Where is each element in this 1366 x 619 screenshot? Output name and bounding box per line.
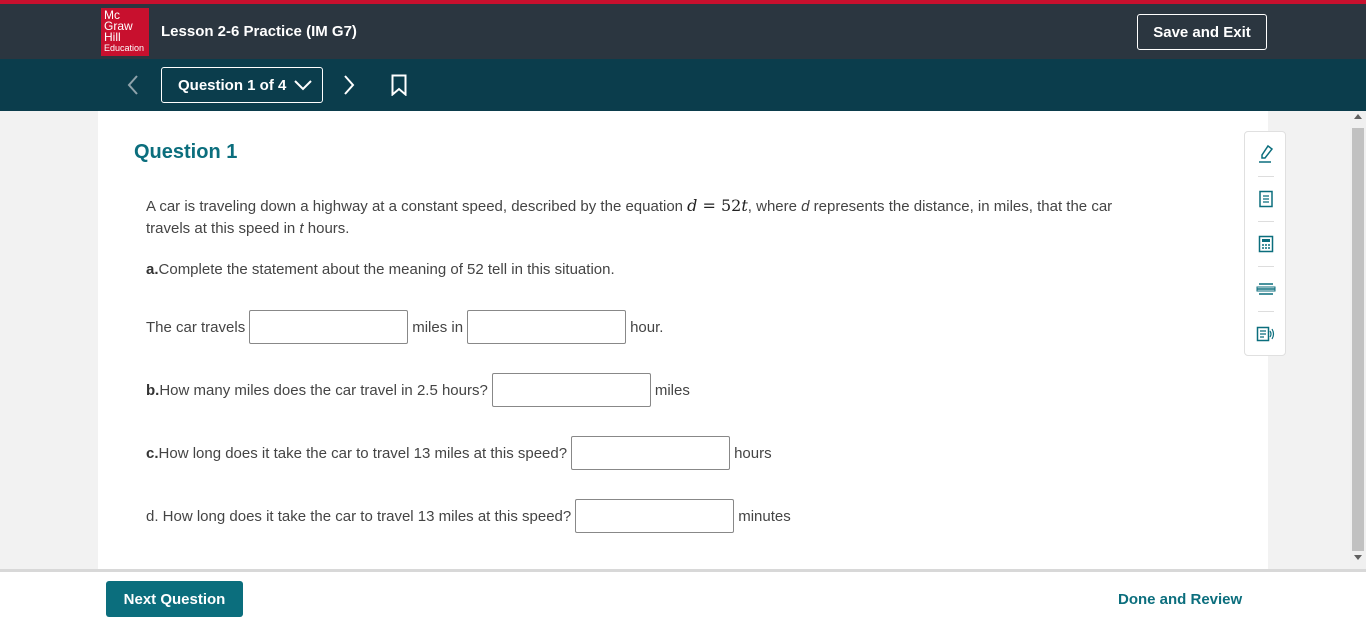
scroll-up-button[interactable]	[1350, 113, 1366, 125]
text-to-speech-tool-button[interactable]	[1254, 322, 1278, 346]
line-reader-tool-button[interactable]	[1254, 277, 1278, 301]
notepad-icon	[1259, 190, 1273, 208]
part-b-answer-input[interactable]	[491, 373, 651, 407]
miles-answer-input[interactable]	[249, 310, 409, 344]
calculator-icon	[1258, 235, 1274, 253]
hour-answer-input[interactable]	[467, 310, 627, 344]
next-question-button[interactable]: Next Question	[106, 581, 243, 617]
part-c-row: c. How long does it take the car to trav…	[146, 436, 772, 470]
vertical-scrollbar[interactable]	[1350, 111, 1366, 569]
lesson-title: Lesson 2-6 Practice (IM G7)	[161, 23, 357, 40]
line-reader-icon	[1256, 283, 1276, 295]
footer-bar: Next Question Done and Review	[0, 569, 1366, 619]
scroll-down-button[interactable]	[1350, 555, 1366, 567]
chevron-left-icon	[127, 75, 138, 95]
question-selector-dropdown[interactable]: Question 1 of 4	[161, 67, 323, 103]
part-b-row: b. How many miles does the car travel in…	[146, 373, 690, 407]
chevron-right-icon	[344, 75, 355, 95]
save-and-exit-button[interactable]: Save and Exit	[1137, 14, 1267, 50]
bookmark-button[interactable]	[388, 73, 410, 97]
next-question-arrow-button[interactable]	[338, 73, 360, 97]
tools-sidebar	[1244, 131, 1286, 356]
part-d-answer-input[interactable]	[575, 499, 735, 533]
part-c-answer-input[interactable]	[571, 436, 731, 470]
scroll-up-arrow-icon	[1354, 114, 1362, 119]
question-content-panel: Question 1 A car is traveling down a hig…	[98, 111, 1268, 569]
bookmark-icon	[391, 74, 407, 96]
app-header: Mc Graw Hill Education Lesson 2-6 Practi…	[0, 4, 1366, 59]
question-prompt: A car is traveling down a highway at a c…	[146, 196, 1113, 237]
done-and-review-link[interactable]: Done and Review	[1118, 591, 1242, 608]
question-navbar: Question 1 of 4	[0, 59, 1366, 111]
question-selector-label: Question 1 of 4	[178, 76, 287, 94]
previous-question-button[interactable]	[122, 73, 144, 97]
mcgraw-hill-logo: Mc Graw Hill Education	[101, 8, 149, 56]
calculator-tool-button[interactable]	[1254, 232, 1278, 256]
part-a-prompt: a. Complete the statement about the mean…	[146, 261, 615, 278]
question-heading: Question 1	[134, 141, 238, 163]
part-a-statement: The car travels miles in hour.	[146, 310, 663, 344]
scrollbar-thumb[interactable]	[1352, 128, 1364, 551]
equation: d = 52t	[687, 196, 748, 215]
text-to-speech-icon	[1256, 326, 1275, 342]
part-d-row: d. How long does it take the car to trav…	[146, 499, 791, 533]
chevron-down-icon	[294, 80, 312, 91]
highlighter-tool-button[interactable]	[1254, 142, 1278, 166]
notepad-tool-button[interactable]	[1254, 187, 1278, 211]
highlighter-icon	[1259, 144, 1274, 163]
scroll-down-arrow-icon	[1354, 555, 1362, 560]
